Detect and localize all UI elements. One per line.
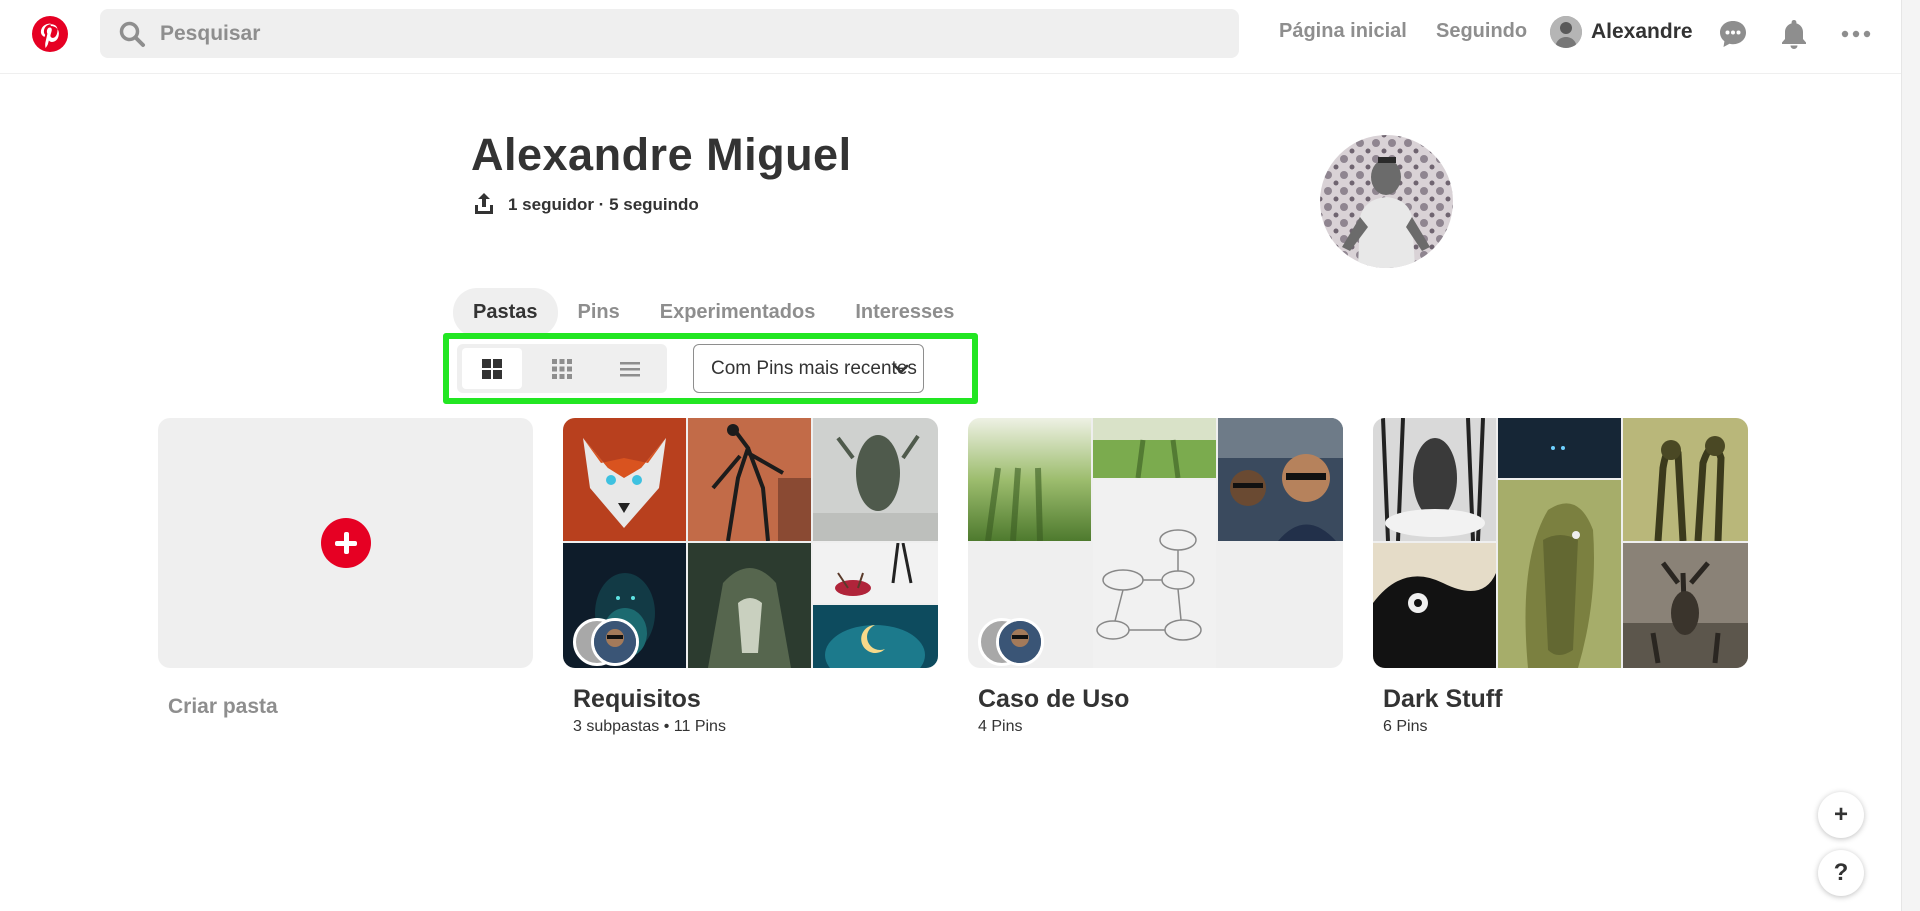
board-thumbnail [1498, 480, 1621, 668]
default-grid-icon [482, 358, 502, 379]
tab-interesses[interactable]: Interesses [835, 288, 974, 337]
board-thumbnail [1093, 480, 1216, 668]
pinterest-logo-icon[interactable] [31, 15, 69, 53]
board-thumbnail [1218, 418, 1343, 541]
add-button[interactable]: + [1818, 792, 1864, 838]
board-thumbnail [813, 543, 938, 603]
top-header: Página inicial Seguindo Alexandre [0, 0, 1902, 74]
share-icon[interactable] [473, 192, 495, 216]
board-title[interactable]: Caso de Uso [978, 685, 1343, 714]
board-title[interactable]: Requisitos [573, 685, 938, 714]
help-button[interactable]: ? [1818, 850, 1864, 896]
avatar [591, 618, 639, 666]
tab-experimentados[interactable]: Experimentados [640, 288, 836, 337]
board-card-caso-de-uso[interactable]: Caso de Uso 4 Pins [968, 418, 1343, 736]
board-thumbnail [813, 418, 938, 541]
sort-dropdown-value: Com Pins mais recentes [711, 357, 917, 379]
avatar [1550, 16, 1582, 48]
board-thumbnail [563, 418, 686, 541]
board-meta: 3 subpastas • 11 Pins [573, 718, 726, 735]
tab-pins[interactable]: Pins [558, 288, 640, 337]
board-collaborators[interactable] [573, 618, 639, 668]
tab-pastas[interactable]: Pastas [453, 288, 558, 337]
page-scrollbar[interactable] [1901, 0, 1920, 911]
compact-grid-icon [552, 358, 572, 379]
avatar [996, 618, 1044, 666]
chat-bubble-icon[interactable] [1716, 17, 1750, 51]
board-thumbnail [688, 418, 811, 541]
user-name-label: Alexandre [1591, 20, 1693, 43]
nav-following-link[interactable]: Seguindo [1436, 20, 1527, 43]
bell-icon[interactable] [1777, 17, 1811, 51]
board-title[interactable]: Dark Stuff [1383, 685, 1748, 714]
board-thumbnail [1498, 418, 1621, 478]
list-view-button[interactable] [600, 348, 660, 389]
more-dots-icon[interactable] [1839, 17, 1873, 51]
nav-home-link[interactable]: Página inicial [1279, 20, 1407, 43]
board-meta: 6 Pins [1383, 718, 1428, 735]
board-thumbnail [1373, 543, 1496, 668]
create-board-card[interactable]: Criar pasta [158, 418, 533, 719]
search-bar[interactable] [100, 9, 1239, 58]
follow-stats[interactable]: 1 seguidor · 5 seguindo [508, 195, 699, 215]
board-thumbnail [1373, 418, 1496, 541]
view-mode-switch [457, 344, 667, 393]
create-board-label[interactable]: Criar pasta [168, 695, 533, 719]
profile-name: Alexandre Miguel [471, 129, 852, 180]
board-card-dark-stuff[interactable]: Dark Stuff 6 Pins [1373, 418, 1748, 736]
profile-avatar [1320, 135, 1453, 268]
board-thumbnail [1623, 543, 1748, 668]
board-meta: 4 Pins [978, 718, 1023, 735]
search-icon [119, 21, 145, 47]
board-thumbnail [813, 605, 938, 668]
board-thumbnail [968, 418, 1091, 541]
create-board-cover[interactable] [158, 418, 533, 668]
board-cover[interactable] [968, 418, 1343, 668]
board-collaborators[interactable] [978, 618, 1044, 668]
board-cover[interactable] [1373, 418, 1748, 668]
board-thumbnail [1623, 418, 1748, 541]
plus-icon [320, 518, 371, 568]
board-card-requisitos[interactable]: Requisitos 3 subpastas • 11 Pins [563, 418, 938, 736]
profile-tabs: Pastas Pins Experimentados Interesses [453, 288, 974, 337]
search-input[interactable] [158, 20, 1162, 47]
board-thumbnail [1093, 418, 1216, 478]
default-grid-view-button[interactable] [462, 348, 522, 389]
board-cover[interactable] [563, 418, 938, 668]
user-profile-link[interactable]: Alexandre [1550, 16, 1693, 48]
board-thumbnail [688, 543, 811, 668]
sort-dropdown[interactable]: Com Pins mais recentes [693, 344, 924, 393]
list-icon [620, 361, 640, 376]
compact-grid-view-button[interactable] [532, 348, 592, 389]
chevron-down-icon [893, 364, 909, 374]
